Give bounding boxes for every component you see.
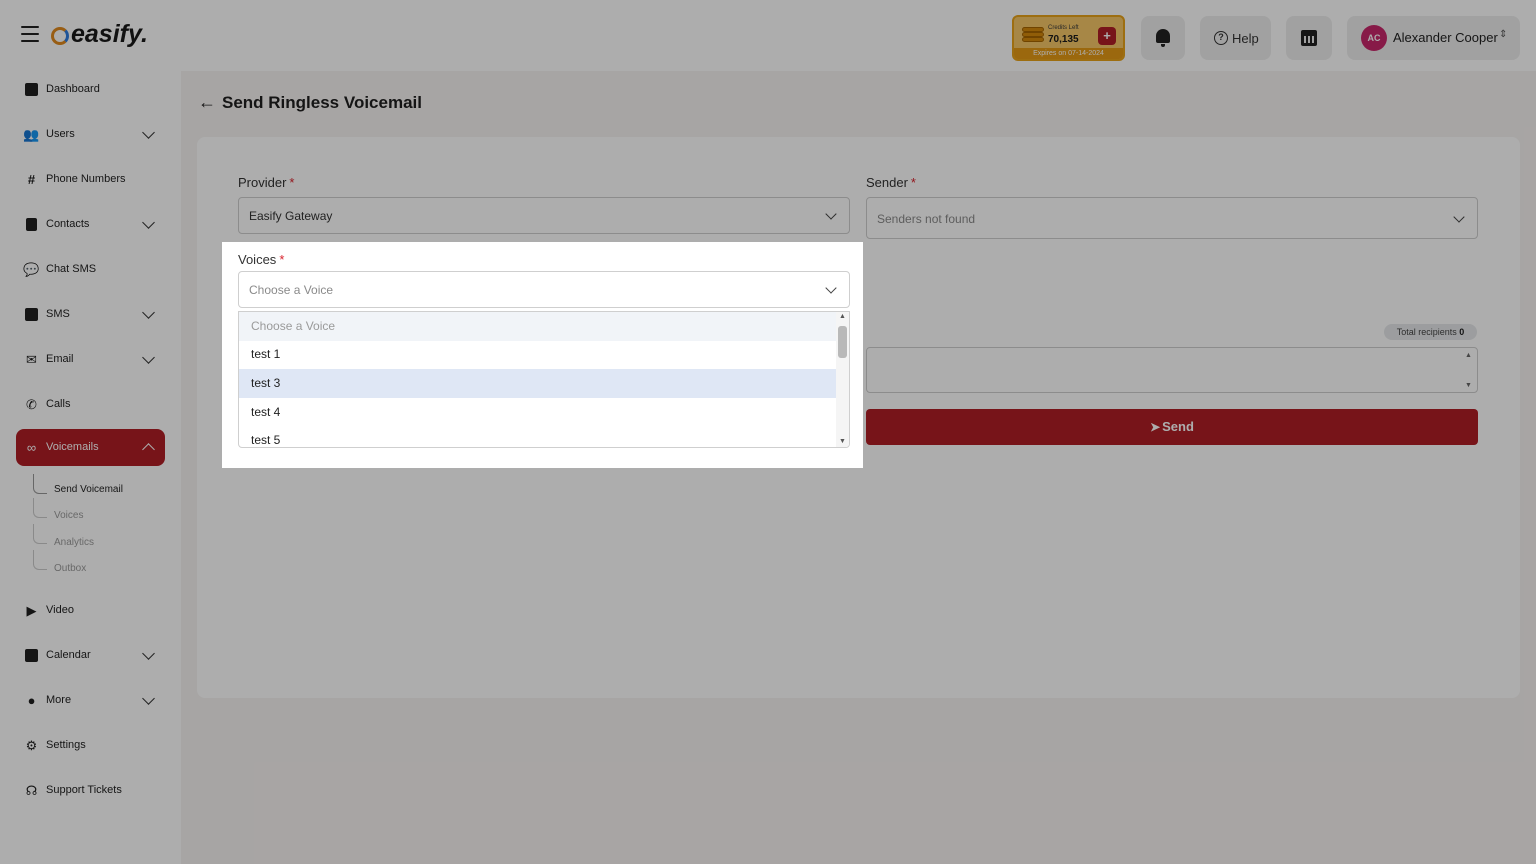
voices-placeholder: Choose a Voice (249, 283, 334, 297)
voices-select[interactable]: Choose a Voice (238, 271, 850, 308)
dropdown-scrollbar[interactable]: ▲ ▼ (836, 312, 849, 447)
voice-option[interactable]: test 1 (239, 340, 837, 369)
voice-option[interactable]: test 5 (239, 426, 837, 447)
voice-option[interactable]: Choose a Voice (239, 312, 837, 341)
voices-label: Voices * (238, 252, 285, 267)
scrollbar-thumb[interactable] (838, 326, 847, 358)
voice-option[interactable]: test 4 (239, 398, 837, 427)
voices-dropdown-list[interactable]: Choose a Voice test 1 test 3 test 4 test… (238, 311, 850, 448)
scroll-up-icon[interactable]: ▲ (839, 313, 846, 320)
scroll-down-icon[interactable]: ▼ (839, 438, 846, 445)
chevron-down-icon (825, 282, 837, 294)
voice-option[interactable]: test 3 (239, 369, 837, 398)
